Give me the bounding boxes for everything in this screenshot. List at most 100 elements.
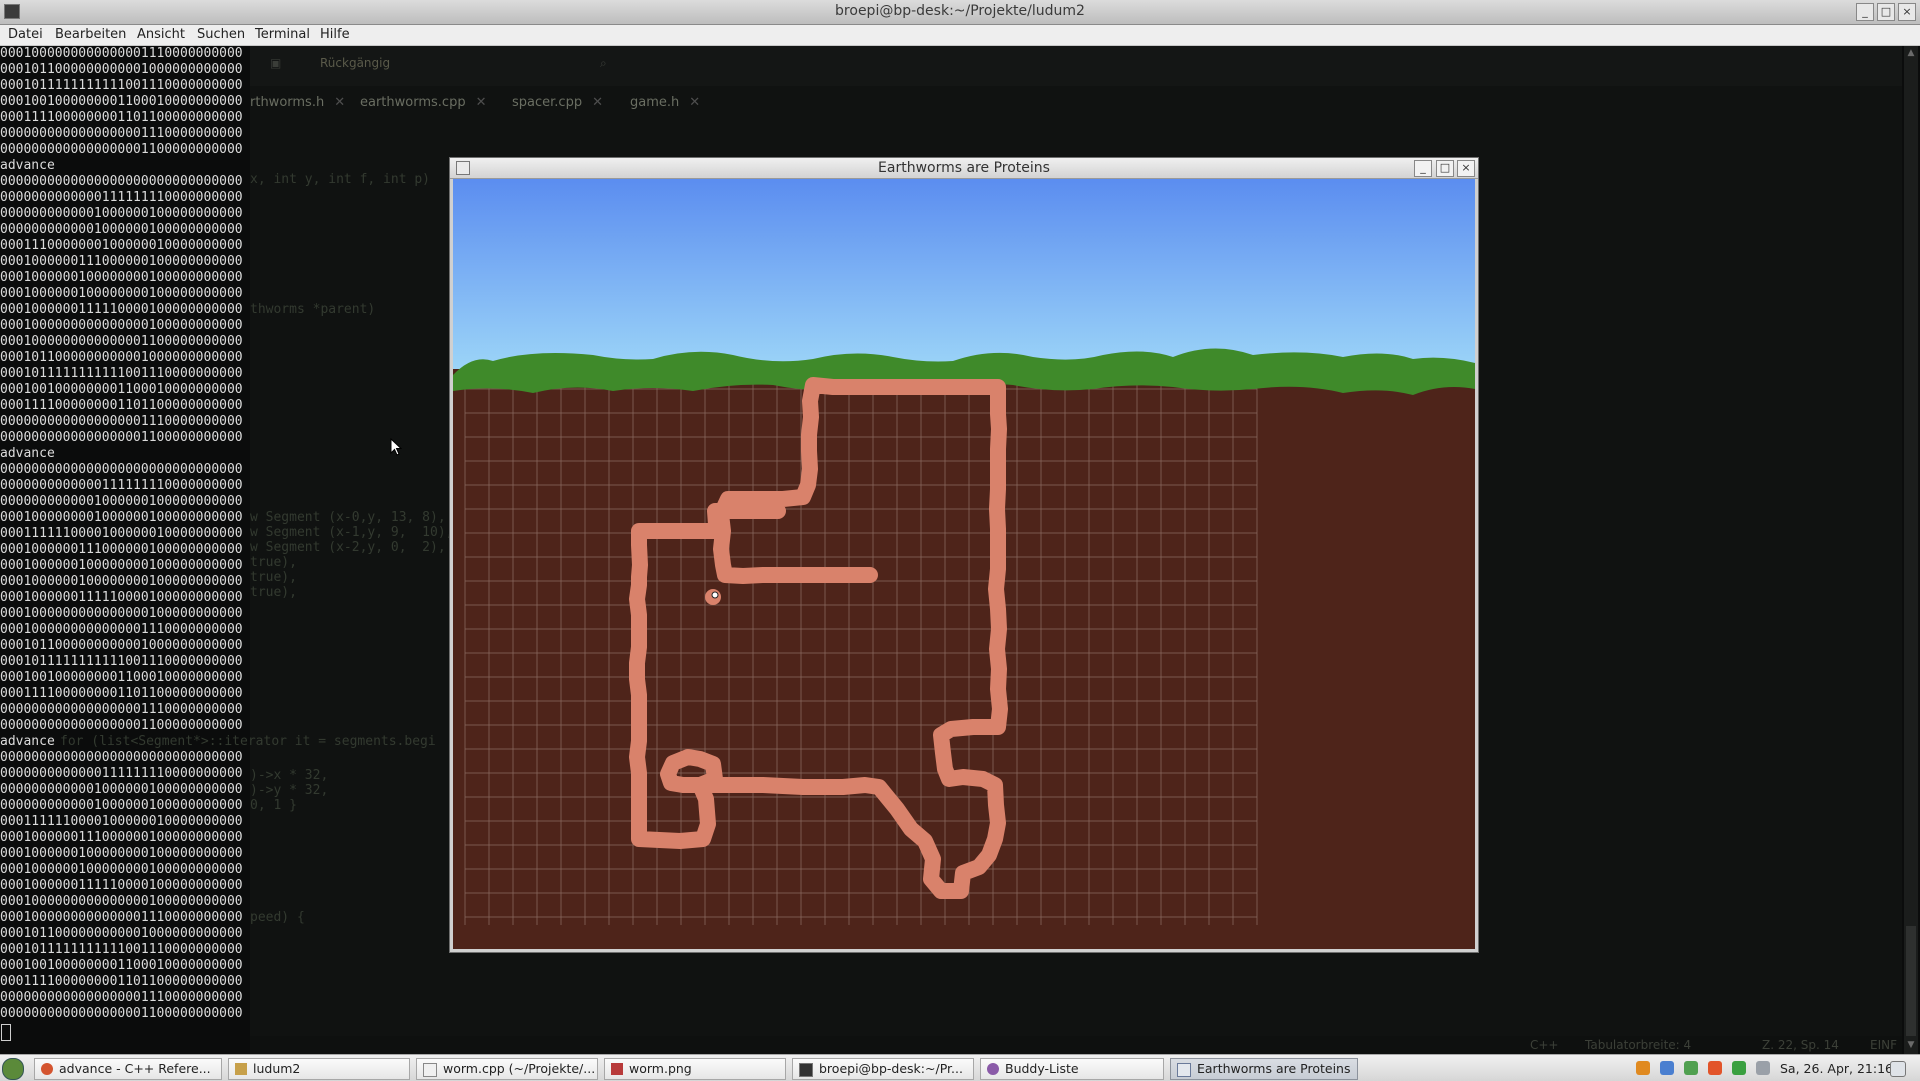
terminal-line: 0000000000000000001110000000000 (0, 990, 243, 1005)
terminal-line: advance (0, 734, 55, 749)
maximize-button[interactable]: □ (1877, 3, 1895, 21)
update-tray-icon[interactable] (1732, 1061, 1746, 1075)
taskbar-item-browser[interactable]: advance - C++ Refere... (34, 1058, 222, 1080)
terminal-line: 0000000000000111111110000000000 (0, 766, 243, 781)
status-language[interactable]: C++ (1530, 1038, 1559, 1052)
editor-undo-button[interactable]: Rückgängig (320, 56, 390, 70)
bluetooth-tray-icon[interactable] (1660, 1061, 1674, 1075)
menu-hilfe[interactable]: Hilfe (320, 27, 350, 42)
taskbar-item-folder[interactable]: ludum2 (228, 1058, 410, 1080)
terminal-line: 0001111110000100000010000000000 (0, 814, 243, 829)
chat-icon (987, 1063, 999, 1075)
terminal-scrollbar[interactable]: ▲ ▼ (1904, 46, 1918, 1054)
terminal-line: 0001000000000000001110000000000 (0, 622, 243, 637)
scrollbar-thumb[interactable] (1906, 926, 1916, 1036)
menu-ansicht[interactable]: Ansicht (137, 27, 185, 42)
terminal-line: 0001000000000000001100000000000 (0, 334, 243, 349)
menu-datei[interactable]: Datei (8, 27, 43, 42)
sky (453, 179, 1475, 379)
scroll-down-icon[interactable]: ▼ (1906, 1040, 1916, 1050)
scroll-up-icon[interactable]: ▲ (1906, 48, 1916, 58)
minimize-button[interactable]: _ (1856, 3, 1874, 21)
terminal-line: 0001000000001000000100000000000 (0, 510, 243, 525)
window-title: broepi@bp-desk:~/Projekte/ludum2 (835, 3, 1085, 19)
close-button[interactable]: × (1898, 3, 1916, 21)
folder-icon (235, 1063, 247, 1075)
editor-status-bar: C++ Tabulatorbreite: 4 Z. 22, Sp. 14 EIN… (250, 1036, 1902, 1054)
network-tray-icon[interactable] (1684, 1061, 1698, 1075)
code-ghost-line: w Segment (x-0,y, 13, 8), w Segment (x-1… (250, 510, 454, 600)
terminal-line: 0001000000000000000100000000000 (0, 606, 243, 621)
terminal-line: 0000000000000000001110000000000 (0, 414, 243, 429)
terminal-line: 0001000000000000000100000000000 (0, 318, 243, 333)
terminal-line: 0001011000000000001000000000000 (0, 350, 243, 365)
menu-bearbeiten[interactable]: Bearbeiten (55, 27, 126, 42)
game-title-bar[interactable]: Earthworms are Proteins _ □ × (450, 158, 1478, 179)
menu-terminal[interactable]: Terminal (255, 27, 310, 42)
terminal-line: 0001011000000000001000000000000 (0, 62, 243, 77)
game-minimize-button[interactable]: _ (1414, 160, 1432, 177)
notification-tray-icon[interactable] (1708, 1061, 1722, 1075)
terminal-line: advance (0, 158, 55, 173)
status-tab-width[interactable]: Tabulatorbreite: 4 (1585, 1038, 1691, 1052)
game-window[interactable]: Earthworms are Proteins _ □ × (449, 157, 1479, 953)
terminal-line: 0000000000000000001100000000000 (0, 1006, 243, 1021)
taskbar-item-game[interactable]: Earthworms are Proteins (1170, 1058, 1358, 1080)
terminal-line: 0000000000001000000100000000000 (0, 206, 243, 221)
volume-tray-icon[interactable] (1756, 1061, 1770, 1075)
terminal-line: 0001011111111111001110000000000 (0, 366, 243, 381)
terminal-line: 0001011000000000001000000000000 (0, 926, 243, 941)
menu-bar: Datei Bearbeiten Ansicht Suchen Terminal… (0, 25, 1920, 46)
terminal-line: 0001000000100000000100000000000 (0, 286, 243, 301)
terminal-line: 0001001000000001100010000000000 (0, 670, 243, 685)
terminal-line: 0000000000000000000000000000000 (0, 750, 243, 765)
menu-suchen[interactable]: Suchen (197, 27, 245, 42)
show-desktop-icon[interactable] (1890, 1061, 1906, 1077)
terminal-output[interactable]: 0001000000000000001110000000000 000101100… (0, 46, 250, 1022)
terminal-line: 0001011111111111001110000000000 (0, 942, 243, 957)
clock[interactable]: Sa, 26. Apr, 21:16 (1780, 1061, 1893, 1076)
taskbar: advance - C++ Refere... ludum2 worm.cpp … (0, 1054, 1920, 1081)
taskbar-item-image[interactable]: worm.png (604, 1058, 786, 1080)
vlc-tray-icon[interactable] (1636, 1061, 1650, 1075)
terminal-line: 0001001000000001100010000000000 (0, 958, 243, 973)
tab-game-h[interactable]: game.h ✕ (630, 93, 700, 113)
terminal-line: 0000000000000000000000000000000 (0, 462, 243, 477)
taskbar-item-buddy-list[interactable]: Buddy-Liste (980, 1058, 1164, 1080)
terminal-line: 0001000000111110000100000000000 (0, 302, 243, 317)
terminal-title-bar: broepi@bp-desk:~/Projekte/ludum2 _ □ × (0, 0, 1920, 25)
game-maximize-button[interactable]: □ (1436, 160, 1454, 177)
terminal-line: 0001000000111000000100000000000 (0, 830, 243, 845)
taskbar-item-terminal[interactable]: broepi@bp-desk:~/Pr... (792, 1058, 974, 1080)
terminal-icon (799, 1063, 813, 1077)
tab-earthworms-h[interactable]: rthworms.h ✕ (250, 93, 345, 113)
image-icon (611, 1063, 623, 1075)
terminal-line: 0001111110000100000010000000000 (0, 526, 243, 541)
worm-eye-icon (711, 591, 719, 599)
terminal-line: 0000000000001000000100000000000 (0, 222, 243, 237)
mouse-pointer-icon (390, 438, 402, 456)
terminal-line: 0000000000000111111110000000000 (0, 190, 243, 205)
terminal-line: 0001011111111111001110000000000 (0, 78, 243, 93)
terminal-line: 0001111000000001101100000000000 (0, 110, 243, 125)
taskbar-item-editor[interactable]: worm.cpp (~/Projekte/... (416, 1058, 598, 1080)
start-menu-icon[interactable] (2, 1058, 24, 1080)
terminal-line: 0001111000000001101100000000000 (0, 398, 243, 413)
terminal-line: 0000000000000000001100000000000 (0, 718, 243, 733)
tab-spacer-cpp[interactable]: spacer.cpp ✕ (512, 93, 603, 113)
terminal-line: 0000000000000000001110000000000 (0, 702, 243, 717)
terminal-line: 0001000000111000000100000000000 (0, 254, 243, 269)
terminal-line: 0000000000000000001110000000000 (0, 126, 243, 141)
terminal-line: 0001000000100000000100000000000 (0, 862, 243, 877)
game-canvas[interactable] (453, 179, 1475, 949)
terminal-line: 0001000000111110000100000000000 (0, 878, 243, 893)
terminal-line: 0001111000000001101100000000000 (0, 974, 243, 989)
tab-earthworms-cpp[interactable]: earthworms.cpp ✕ (360, 93, 486, 113)
game-close-button[interactable]: × (1457, 160, 1475, 177)
browser-icon (41, 1063, 53, 1075)
terminal-line: 0001111000000001101100000000000 (0, 686, 243, 701)
terminal-line: 0001000000111000000100000000000 (0, 542, 243, 557)
terminal-line: 0001000000100000000100000000000 (0, 270, 243, 285)
terminal-line: 0001000000100000000100000000000 (0, 574, 243, 589)
terminal-line: 0001000000100000000100000000000 (0, 558, 243, 573)
